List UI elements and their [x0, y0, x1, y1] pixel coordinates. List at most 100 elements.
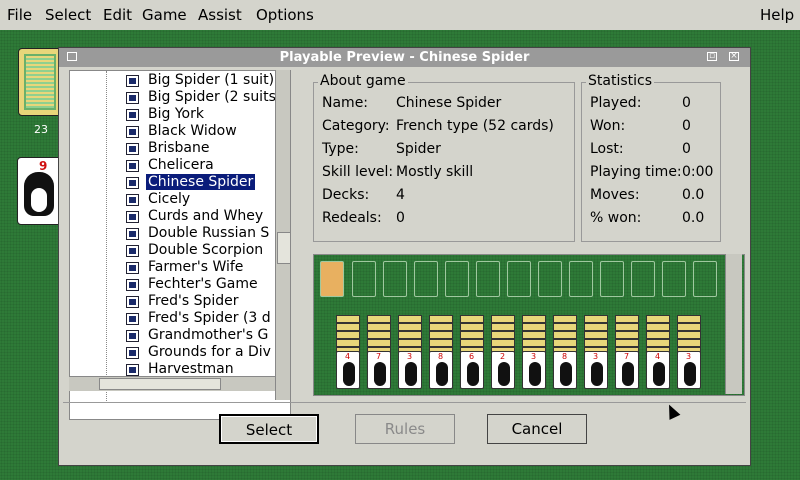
tree-item-label: Farmer's Wife	[148, 259, 244, 275]
table-card[interactable]: 9	[17, 157, 63, 225]
maximize-icon[interactable]: ▫	[707, 52, 717, 61]
statistics-title: Statistics	[586, 73, 654, 89]
tree-item[interactable]: Chinese Spider	[70, 174, 290, 192]
tree-item-label: Harvestman	[148, 361, 234, 377]
preview-card-back	[460, 339, 484, 347]
tree-item[interactable]: Big Spider (1 suit)	[70, 72, 290, 90]
stock-pile[interactable]	[18, 48, 62, 116]
tree-hscroll-thumb[interactable]	[99, 378, 221, 390]
tree-item-label: Double Scorpion	[148, 242, 264, 258]
preview-card-back	[336, 315, 360, 323]
preview-card-back	[367, 331, 391, 339]
menu-game[interactable]: Game	[142, 6, 187, 24]
menu-help[interactable]: Help	[760, 6, 794, 24]
tree-item-label: Black Widow	[148, 123, 237, 139]
tree-item[interactable]: Brisbane	[70, 140, 290, 158]
tree-item[interactable]: Big Spider (2 suits)	[70, 89, 290, 107]
game-icon	[126, 177, 139, 189]
tree-item[interactable]: Fred's Spider	[70, 293, 290, 311]
pane-splitter[interactable]	[295, 70, 305, 400]
preview-card-face: 2	[491, 351, 515, 389]
cancel-button[interactable]: Cancel	[487, 414, 587, 444]
preview-card-back	[460, 323, 484, 331]
menu-options[interactable]: Options	[256, 6, 314, 24]
dialog-titlebar[interactable]: Playable Preview - Chinese Spider	[59, 48, 750, 67]
game-icon	[126, 245, 139, 257]
preview-card-back	[677, 323, 701, 331]
tree-item-label: Grounds for a Div	[148, 344, 271, 360]
tree-horizontal-scrollbar[interactable]	[69, 376, 275, 391]
tree-item[interactable]: Chelicera	[70, 157, 290, 175]
preview-card-face: 7	[615, 351, 639, 389]
tux-icon	[560, 362, 572, 386]
tree-item[interactable]: Grandmother's G	[70, 327, 290, 345]
preview-card-face: 6	[460, 351, 484, 389]
tree-item-label: Chinese Spider	[146, 174, 256, 190]
tree-item[interactable]: Big York	[70, 106, 290, 124]
preview-card-back	[553, 331, 577, 339]
preview-card-back	[646, 331, 670, 339]
tux-icon	[467, 362, 479, 386]
menu-assist[interactable]: Assist	[198, 6, 242, 24]
field-label: Moves:	[590, 187, 640, 203]
game-icon	[126, 109, 139, 121]
tree-item[interactable]: Black Widow	[70, 123, 290, 141]
game-icon	[126, 313, 139, 325]
tree-item[interactable]: Fred's Spider (3 d	[70, 310, 290, 328]
menu-edit[interactable]: Edit	[103, 6, 132, 24]
card-rank: 3	[531, 352, 537, 361]
game-icon	[126, 143, 139, 155]
preview-card-face: 8	[429, 351, 453, 389]
about-game-group: About game Name: Chinese Spider Category: F…	[313, 73, 575, 242]
preview-card-back	[367, 315, 391, 323]
preview-card-back	[367, 323, 391, 331]
preview-foundation-slot	[631, 261, 655, 297]
rules-button[interactable]: Rules	[355, 414, 455, 444]
preview-foundation-slot	[600, 261, 624, 297]
close-icon[interactable]: ×	[729, 52, 739, 61]
preview-card-back	[522, 339, 546, 347]
menu-select[interactable]: Select	[45, 6, 91, 24]
game-tree[interactable]: Big Spider (1 suit) Big Spider (2 suits) B…	[69, 70, 291, 420]
tree-item[interactable]: Fechter's Game	[70, 276, 290, 294]
tree-item[interactable]: Curds and Whey	[70, 208, 290, 226]
tree-item[interactable]: Double Russian S	[70, 225, 290, 243]
preview-card-back	[584, 315, 608, 323]
field-value: Spider	[396, 141, 441, 157]
card-rank: 8	[562, 352, 568, 361]
game-icon	[126, 126, 139, 138]
preview-foundation-slot	[693, 261, 717, 297]
tux-icon	[374, 362, 386, 386]
field-value: 0.0	[682, 210, 705, 226]
preview-card-face: 3	[677, 351, 701, 389]
tree-item[interactable]: Double Scorpion	[70, 242, 290, 260]
field-label: Category:	[322, 118, 390, 134]
select-button[interactable]: Select	[219, 414, 319, 444]
field-label: % won:	[590, 210, 642, 226]
menu-file[interactable]: File	[7, 6, 32, 24]
card-rank: 4	[345, 352, 351, 361]
card-rank: 2	[500, 352, 506, 361]
tree-item-label: Brisbane	[148, 140, 210, 156]
game-icon	[126, 347, 139, 359]
field-value: Chinese Spider	[396, 95, 502, 111]
game-preview[interactable]: 4 7 3 8 6 2 3 8 3 7 4 3	[313, 254, 745, 396]
preview-card-back	[553, 339, 577, 347]
tree-scroll-thumb[interactable]	[277, 232, 291, 264]
tree-item[interactable]: Farmer's Wife	[70, 259, 290, 277]
tree-item-label: Double Russian S	[148, 225, 270, 241]
preview-card-back	[646, 339, 670, 347]
about-game-title: About game	[318, 73, 408, 89]
field-value: Mostly skill	[396, 164, 474, 180]
window-menu-icon[interactable]	[67, 52, 77, 61]
tree-item[interactable]: Cicely	[70, 191, 290, 209]
preview-card-back	[429, 331, 453, 339]
preview-card-back	[336, 331, 360, 339]
tree-item[interactable]: Grounds for a Div	[70, 344, 290, 362]
preview-foundation-slot	[352, 261, 376, 297]
game-icon	[126, 160, 139, 172]
preview-card-back	[398, 339, 422, 347]
preview-vertical-scrollbar[interactable]	[725, 254, 742, 394]
field-label: Decks:	[322, 187, 370, 203]
preview-card-back	[615, 339, 639, 347]
